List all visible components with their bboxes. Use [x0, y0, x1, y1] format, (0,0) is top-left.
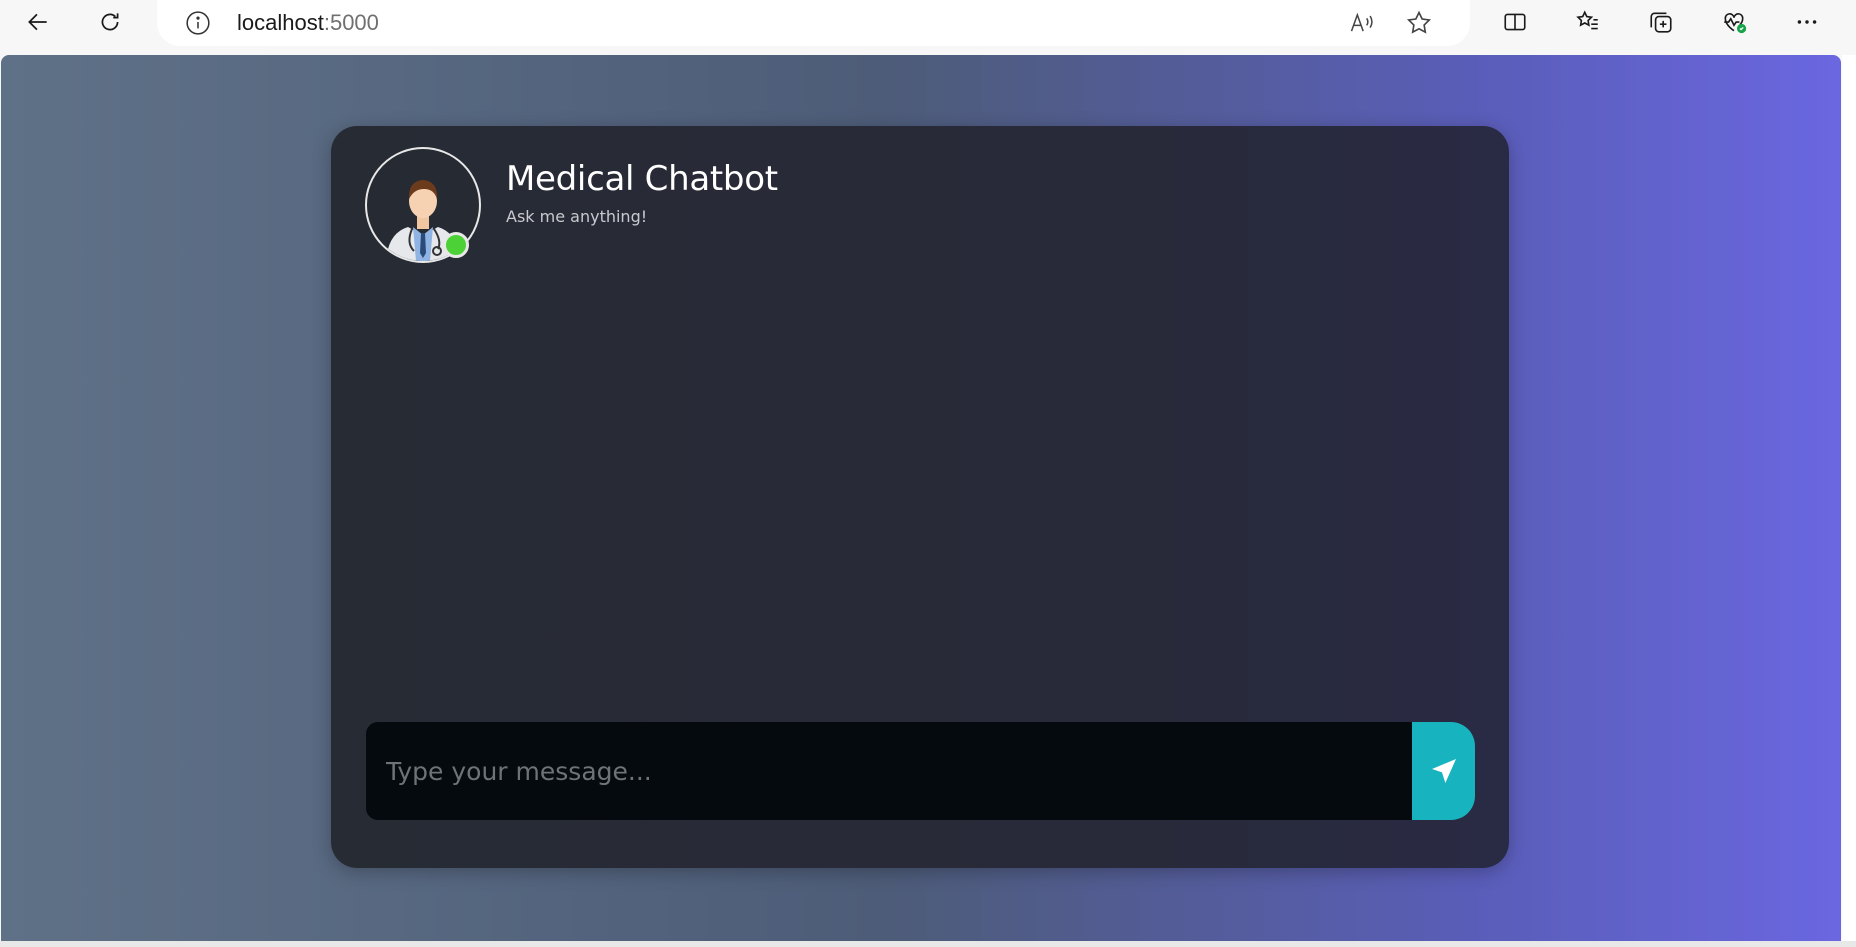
chat-subtitle: Ask me anything! — [506, 207, 648, 226]
split-screen-icon[interactable] — [1497, 4, 1533, 40]
favorites-list-icon[interactable] — [1570, 4, 1606, 40]
address-bar[interactable]: localhost:5000 — [157, 0, 1470, 46]
message-input[interactable] — [366, 722, 1412, 820]
star-icon[interactable] — [1404, 8, 1434, 38]
browser-toolbar: localhost:5000 — [0, 0, 1856, 46]
bot-avatar — [365, 147, 481, 263]
page-scrollbar[interactable] — [1842, 55, 1856, 941]
page-background: Medical Chatbot Ask me anything! — [1, 55, 1841, 941]
url-text[interactable]: localhost:5000 — [237, 10, 379, 36]
message-form — [366, 722, 1475, 820]
collections-icon[interactable] — [1643, 4, 1679, 40]
refresh-icon[interactable] — [92, 4, 128, 40]
url-port: :5000 — [323, 10, 379, 35]
more-icon[interactable] — [1789, 4, 1825, 40]
send-icon — [1431, 759, 1456, 783]
info-icon[interactable] — [185, 10, 211, 36]
window-bottom-edge — [0, 941, 1856, 947]
send-button[interactable] — [1412, 722, 1475, 820]
browser-essentials-icon[interactable] — [1716, 4, 1752, 40]
url-host: localhost — [237, 10, 324, 35]
chat-title: Medical Chatbot — [506, 159, 778, 199]
message-list[interactable] — [365, 276, 1475, 706]
read-aloud-icon[interactable] — [1347, 8, 1377, 38]
online-status-indicator — [443, 232, 469, 258]
back-arrow-icon[interactable] — [20, 4, 56, 40]
chat-container: Medical Chatbot Ask me anything! — [331, 126, 1509, 868]
